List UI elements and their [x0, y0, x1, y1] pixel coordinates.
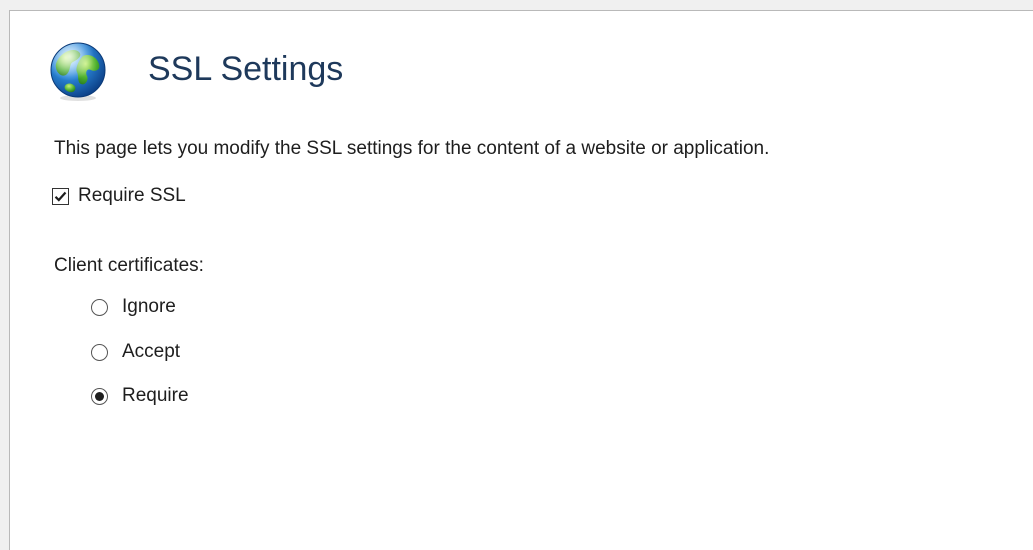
- ssl-settings-panel: SSL Settings This page lets you modify t…: [9, 10, 1033, 550]
- require-radio[interactable]: [91, 387, 108, 405]
- radio-option-require[interactable]: Require: [91, 383, 189, 409]
- ignore-radio-label[interactable]: Ignore: [122, 294, 176, 320]
- page-title: SSL Settings: [148, 50, 344, 88]
- radio-selected-dot: [95, 391, 104, 401]
- client-certificates-label: Client certificates:: [54, 255, 204, 276]
- radio-option-accept[interactable]: Accept: [91, 339, 180, 365]
- require-ssl-row[interactable]: Require SSL: [52, 183, 186, 209]
- globe-icon: [50, 42, 106, 101]
- accept-radio[interactable]: [91, 343, 108, 361]
- require-radio-label[interactable]: Require: [122, 383, 189, 409]
- radio-option-ignore[interactable]: Ignore: [91, 294, 176, 320]
- page-description: This page lets you modify the SSL settin…: [54, 138, 770, 159]
- checkmark-icon: [54, 191, 67, 202]
- require-ssl-checkbox[interactable]: [52, 187, 69, 205]
- accept-radio-label[interactable]: Accept: [122, 339, 180, 365]
- ignore-radio[interactable]: [91, 298, 108, 316]
- require-ssl-label[interactable]: Require SSL: [78, 183, 186, 209]
